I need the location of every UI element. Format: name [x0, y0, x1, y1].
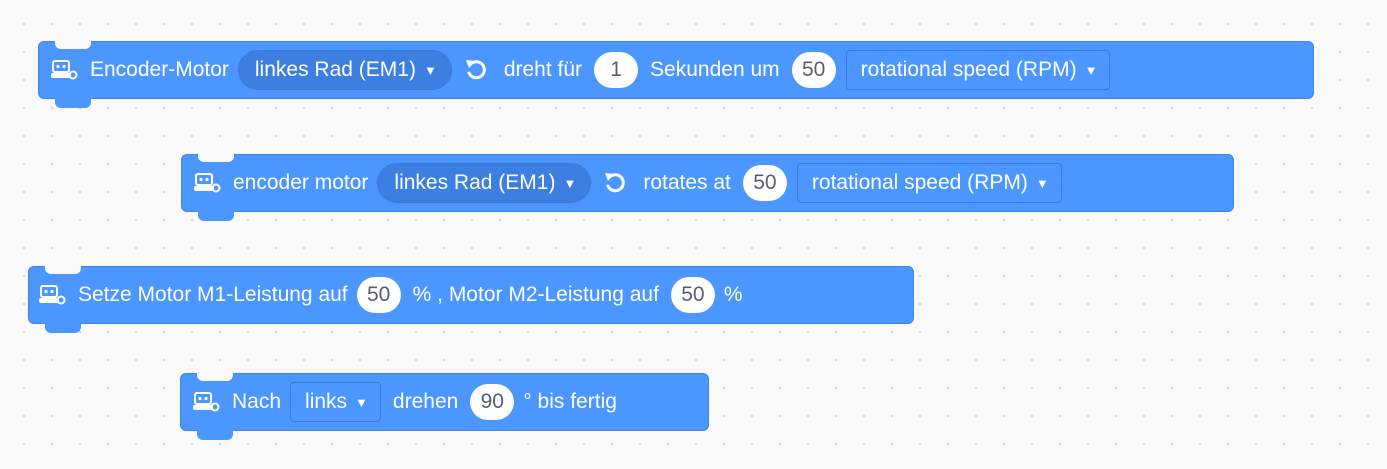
- caret-down-icon: ▼: [563, 175, 577, 191]
- block-text: Sekunden um: [650, 58, 780, 81]
- block-label: Nach: [232, 390, 282, 413]
- unit-dropdown[interactable]: rotational speed (RPM) ▼: [796, 163, 1062, 203]
- unit-dropdown[interactable]: rotational speed (RPM) ▼: [845, 50, 1111, 90]
- block-label: encoder motor: [233, 171, 369, 194]
- robot-icon: [191, 391, 221, 413]
- encoder-motor-rotate-block[interactable]: encoder motor linkes Rad (EM1) ▼ rotates…: [181, 154, 1234, 221]
- direction-dropdown-value: links: [305, 390, 348, 413]
- block-text: dreht für: [503, 58, 583, 81]
- robot-icon: [49, 59, 79, 81]
- robot-icon: [37, 284, 67, 306]
- duration-input[interactable]: 1: [594, 52, 639, 88]
- rotate-ccw-icon: [602, 170, 630, 196]
- caret-down-icon: ▼: [1035, 175, 1049, 191]
- encoder-motor-timed-block[interactable]: Encoder-Motor linkes Rad (EM1) ▼ dreht f…: [38, 41, 1314, 108]
- turn-block[interactable]: Nach links ▼ drehen 90 ° bis fertig: [180, 373, 709, 440]
- block-text: % , Motor M2-Leistung auf: [412, 283, 659, 306]
- motor-dropdown[interactable]: linkes Rad (EM1) ▼: [377, 163, 592, 203]
- block-text: drehen: [392, 390, 459, 413]
- caret-down-icon: ▼: [355, 394, 368, 410]
- block-label: Encoder-Motor: [90, 58, 229, 81]
- block-text: rotates at: [643, 171, 731, 194]
- direction-dropdown[interactable]: links ▼: [290, 382, 381, 422]
- rotate-ccw-icon: [463, 57, 491, 83]
- speed-input[interactable]: 50: [791, 52, 836, 88]
- caret-down-icon: ▼: [423, 62, 437, 78]
- m1-power-input[interactable]: 50: [356, 277, 401, 313]
- unit-dropdown-value: rotational speed (RPM): [811, 171, 1028, 194]
- robot-icon: [192, 172, 222, 194]
- block-text: ° bis fertig: [523, 390, 617, 413]
- block-label: Setze Motor M1-Leistung auf: [78, 283, 348, 306]
- angle-input[interactable]: 90: [470, 384, 515, 420]
- caret-down-icon: ▼: [1084, 62, 1098, 78]
- motor-dropdown[interactable]: linkes Rad (EM1) ▼: [237, 50, 452, 90]
- speed-input[interactable]: 50: [742, 165, 787, 201]
- unit-dropdown-value: rotational speed (RPM): [860, 58, 1077, 81]
- set-motor-power-block[interactable]: Setze Motor M1-Leistung auf 50 % , Motor…: [28, 266, 914, 333]
- block-text: %: [723, 283, 743, 306]
- m2-power-input[interactable]: 50: [670, 277, 715, 313]
- motor-dropdown-value: linkes Rad (EM1): [254, 58, 416, 81]
- motor-dropdown-value: linkes Rad (EM1): [394, 171, 556, 194]
